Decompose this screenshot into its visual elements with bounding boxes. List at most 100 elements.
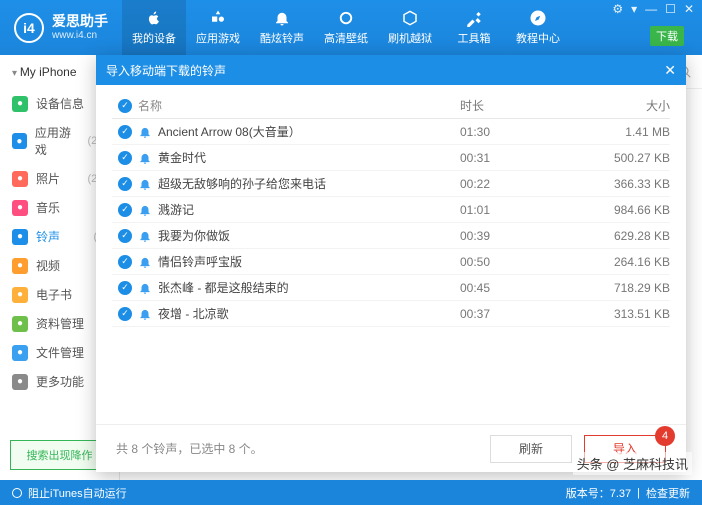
row-name: 溅游记 — [158, 201, 194, 218]
row-checkbox[interactable]: ✓ — [118, 281, 132, 295]
nav-item-tools[interactable]: 工具箱 — [442, 0, 506, 55]
row-duration: 00:45 — [460, 281, 580, 295]
sidebar-label: 音乐 — [36, 199, 60, 216]
row-checkbox[interactable]: ✓ — [118, 307, 132, 321]
row-size: 366.33 KB — [580, 177, 670, 191]
row-checkbox[interactable]: ✓ — [118, 125, 132, 139]
row-checkbox[interactable]: ✓ — [118, 229, 132, 243]
row-name: 张杰峰 - 都是这般结束的 — [158, 279, 289, 296]
nav-item-apps[interactable]: 应用游戏 — [186, 0, 250, 55]
sidebar-label: 照片 — [36, 170, 60, 187]
sidebar-icon: ● — [12, 258, 28, 274]
row-name: Ancient Arrow 08(大音量） — [158, 123, 301, 140]
sidebar-icon: ● — [12, 96, 28, 112]
col-duration-header: 时长 — [460, 97, 580, 114]
sidebar-search-button[interactable]: 搜索出现降作 — [10, 440, 109, 470]
app-header: i4 爱思助手 www.i4.cn 我的设备应用游戏酷炫铃声高清壁纸刷机越狱工具… — [0, 0, 702, 55]
table-row[interactable]: ✓ 我要为你做饭 00:39 629.28 KB — [112, 223, 670, 249]
table-row[interactable]: ✓ Ancient Arrow 08(大音量） 01:30 1.41 MB — [112, 119, 670, 145]
itunes-block-label[interactable]: 阻止iTunes自动运行 — [28, 485, 127, 501]
close-icon[interactable]: ✕ — [684, 2, 694, 16]
row-name: 夜增 - 北凉歌 — [158, 305, 229, 322]
row-name: 黄金时代 — [158, 149, 206, 166]
row-size: 313.51 KB — [580, 307, 670, 321]
maximize-icon[interactable]: ☐ — [665, 2, 676, 16]
nav-item-box[interactable]: 刷机越狱 — [378, 0, 442, 55]
sidebar-icon: ● — [12, 345, 28, 361]
row-name: 情侣铃声呼宝版 — [158, 253, 242, 270]
row-checkbox[interactable]: ✓ — [118, 177, 132, 191]
row-duration: 00:37 — [460, 307, 580, 321]
row-duration: 01:01 — [460, 203, 580, 217]
sidebar-label: 铃声 — [36, 228, 60, 245]
bell-icon — [138, 255, 152, 269]
table-row[interactable]: ✓ 超级无敌够响的孙子给您来电话 00:22 366.33 KB — [112, 171, 670, 197]
selection-summary: 共 8 个铃声，已选中 8 个。 — [116, 440, 263, 457]
sidebar-label: 资料管理 — [36, 315, 84, 332]
check-update-link[interactable]: 检查更新 — [646, 485, 690, 501]
dropdown-icon[interactable]: ▾ — [631, 2, 637, 16]
bell-icon — [273, 9, 291, 27]
refresh-button[interactable]: 刷新 — [490, 435, 572, 463]
table-header-row: ✓ 名称 时长 大小 — [112, 93, 670, 119]
main-nav: 我的设备应用游戏酷炫铃声高清壁纸刷机越狱工具箱教程中心 — [122, 0, 570, 55]
table-row[interactable]: ✓ 张杰峰 - 都是这般结束的 00:45 718.29 KB — [112, 275, 670, 301]
nav-item-bell[interactable]: 酷炫铃声 — [250, 0, 314, 55]
table-row[interactable]: ✓ 黄金时代 00:31 500.27 KB — [112, 145, 670, 171]
row-size: 1.41 MB — [580, 125, 670, 139]
bell-icon — [138, 203, 152, 217]
bell-icon — [138, 125, 152, 139]
window-controls: ⚙ ▾ — ☐ ✕ — [612, 2, 694, 16]
dialog-close-icon[interactable]: ✕ — [664, 62, 676, 79]
row-size: 718.29 KB — [580, 281, 670, 295]
apple-icon — [145, 9, 163, 27]
download-badge[interactable]: 下载 — [650, 26, 684, 46]
row-checkbox[interactable]: ✓ — [118, 255, 132, 269]
row-duration: 00:50 — [460, 255, 580, 269]
apps-icon — [209, 9, 227, 27]
row-size: 629.28 KB — [580, 229, 670, 243]
main-area: My iPhone ●设备信息●应用游戏(23)●照片(23)●音乐●铃声(0)… — [0, 55, 702, 480]
logo: i4 爱思助手 www.i4.cn — [0, 13, 122, 43]
sidebar-label: 电子书 — [36, 286, 72, 303]
sidebar-icon: ● — [12, 200, 28, 216]
row-duration: 01:30 — [460, 125, 580, 139]
row-checkbox[interactable]: ✓ — [118, 203, 132, 217]
sidebar-label: 视频 — [36, 257, 60, 274]
app-title: 爱思助手 — [52, 14, 108, 29]
table-row[interactable]: ✓ 情侣铃声呼宝版 00:50 264.16 KB — [112, 249, 670, 275]
minimize-icon[interactable]: — — [645, 2, 657, 16]
table-row[interactable]: ✓ 溅游记 01:01 984.66 KB — [112, 197, 670, 223]
bell-icon — [138, 281, 152, 295]
sidebar-icon: ● — [12, 374, 28, 390]
sidebar-label: 应用游戏 — [35, 124, 80, 158]
ring-icon — [337, 9, 355, 27]
nav-item-compass[interactable]: 教程中心 — [506, 0, 570, 55]
row-duration: 00:31 — [460, 151, 580, 165]
sidebar-label: 设备信息 — [36, 95, 84, 112]
select-all-checkbox[interactable]: ✓ — [118, 99, 132, 113]
bell-icon — [138, 151, 152, 165]
nav-item-ring[interactable]: 高清壁纸 — [314, 0, 378, 55]
nav-item-apple[interactable]: 我的设备 — [122, 0, 186, 55]
bell-icon — [138, 307, 152, 321]
radio-icon[interactable] — [12, 488, 22, 498]
sidebar-label: 文件管理 — [36, 344, 84, 361]
row-duration: 00:39 — [460, 229, 580, 243]
col-size-header: 大小 — [580, 97, 670, 114]
import-dialog: 导入移动端下载的铃声 ✕ ✓ 名称 时长 大小 ✓ Ancient Arrow … — [96, 55, 686, 472]
step-badge: 4 — [655, 426, 675, 446]
sidebar-label: 更多功能 — [36, 373, 84, 390]
settings-icon[interactable]: ⚙ — [612, 2, 623, 16]
table-row[interactable]: ✓ 夜增 - 北凉歌 00:37 313.51 KB — [112, 301, 670, 327]
row-size: 264.16 KB — [580, 255, 670, 269]
row-checkbox[interactable]: ✓ — [118, 151, 132, 165]
logo-icon: i4 — [14, 13, 44, 43]
sidebar-icon: ● — [12, 287, 28, 303]
tools-icon — [465, 9, 483, 27]
ringtone-table: ✓ 名称 时长 大小 ✓ Ancient Arrow 08(大音量） 01:30… — [96, 85, 686, 424]
box-icon — [401, 9, 419, 27]
row-duration: 00:22 — [460, 177, 580, 191]
sidebar-icon: ● — [12, 316, 28, 332]
status-bar: 阻止iTunes自动运行 版本号：7.37 | 检查更新 — [0, 480, 702, 505]
